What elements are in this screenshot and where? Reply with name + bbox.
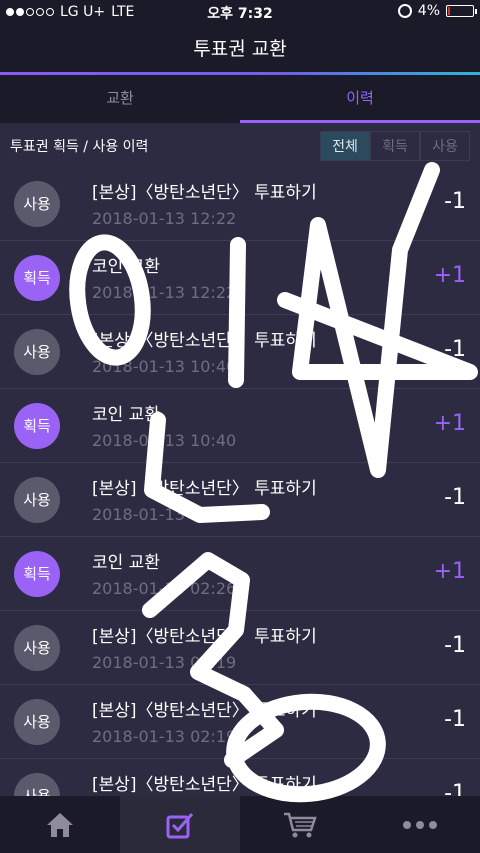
item-amount: -1 <box>444 189 466 214</box>
item-date: 2018-01-13 12:22 <box>92 283 237 302</box>
cart-icon <box>284 812 317 837</box>
battery-percent: 4% <box>417 3 440 19</box>
nav-home[interactable] <box>0 796 120 853</box>
list-item[interactable]: 사용 [본상]〈방탄소년단〉 투표하기 2018-01-13 12:22 -1 <box>0 167 480 241</box>
list-item[interactable]: 사용 [본상]〈방탄소년단〉 투표하기 2018-01-13 02:19 -1 <box>0 685 480 759</box>
item-amount: +1 <box>433 263 466 288</box>
item-amount: -1 <box>444 633 466 658</box>
item-amount: -1 <box>444 707 466 732</box>
item-title: [본상]〈방탄소년단〉 투표하기 <box>92 627 317 647</box>
item-title: 코인 교환 <box>92 405 160 425</box>
nav-more[interactable] <box>360 796 480 853</box>
list-item[interactable]: 획득 코인 교환 2018-01-13 02:26 +1 <box>0 537 480 611</box>
use-badge: 사용 <box>14 181 60 227</box>
nav-cart[interactable] <box>240 796 360 853</box>
use-badge: 사용 <box>14 625 60 671</box>
earn-badge: 획득 <box>14 403 60 449</box>
item-amount: -1 <box>444 485 466 510</box>
vote-check-icon <box>166 812 194 838</box>
earn-badge: 획득 <box>14 551 60 597</box>
item-date: 2018-01-13 12:22 <box>92 209 237 228</box>
home-icon <box>47 812 73 837</box>
list-item[interactable]: 획득 코인 교환 2018-01-13 10:40 +1 <box>0 389 480 463</box>
list-item[interactable]: 획득 코인 교환 2018-01-13 12:22 +1 <box>0 241 480 315</box>
item-date: 2018-01-13 02:19 <box>92 653 237 672</box>
item-date: 2018-01-13 10:40 <box>92 357 237 376</box>
item-title: 코인 교환 <box>92 553 160 573</box>
rotation-lock-icon <box>397 4 412 18</box>
use-badge: 사용 <box>14 699 60 745</box>
filter-group: 전체 획득 사용 <box>320 131 470 161</box>
item-title: [본상]〈방탄소년단〉 투표하기 <box>92 183 317 203</box>
list-item[interactable]: 사용 [본상]〈방탄소년단〉 투표하기 2018-01-13 02:26 -1 <box>0 463 480 537</box>
filter-all-button[interactable]: 전체 <box>320 131 370 161</box>
item-date: 2018-01-13 10:40 <box>92 431 237 450</box>
item-date: 2018-01-13 02:26 <box>92 579 237 598</box>
status-right: 4% <box>397 3 477 19</box>
earn-badge: 획득 <box>14 255 60 301</box>
filter-use-button[interactable]: 사용 <box>420 131 470 161</box>
item-amount: +1 <box>433 411 466 436</box>
item-date: 2018-01-13 02:19 <box>92 727 237 746</box>
battery-icon <box>446 5 477 17</box>
list-item[interactable]: 사용 [본상]〈방탄소년단〉 투표하기 2018-01-13 02:19 -1 <box>0 611 480 685</box>
item-title: 코인 교환 <box>92 257 160 277</box>
tab-bar: 교환 이력 <box>0 75 480 123</box>
use-badge: 사용 <box>14 477 60 523</box>
item-amount: -1 <box>444 337 466 362</box>
status-bar: LG U+ LTE 오후 7:32 4% <box>0 0 480 24</box>
section-title: 투표권 획득 / 사용 이력 <box>10 139 149 155</box>
more-icon <box>403 820 437 829</box>
item-date: 2018-01-13 02:26 <box>92 505 237 524</box>
history-list: 사용 [본상]〈방탄소년단〉 투표하기 2018-01-13 12:22 -1 … <box>0 167 480 833</box>
nav-vote[interactable] <box>120 796 240 853</box>
history-subheader: 투표권 획득 / 사용 이력 전체 획득 사용 <box>0 123 480 167</box>
tab-exchange[interactable]: 교환 <box>0 75 240 123</box>
item-title: [본상]〈방탄소년단〉 투표하기 <box>92 775 317 795</box>
bottom-nav <box>0 796 480 853</box>
item-amount: +1 <box>433 559 466 584</box>
tab-history[interactable]: 이력 <box>240 75 480 123</box>
page-title: 투표권 교환 <box>0 24 480 74</box>
item-title: [본상]〈방탄소년단〉 투표하기 <box>92 479 317 499</box>
item-title: [본상]〈방탄소년단〉 투표하기 <box>92 701 317 721</box>
item-title: [본상]〈방탄소년단〉 투표하기 <box>92 331 317 351</box>
filter-earn-button[interactable]: 획득 <box>370 131 420 161</box>
list-item[interactable]: 사용 [본상]〈방탄소년단〉 투표하기 2018-01-13 10:40 -1 <box>0 315 480 389</box>
use-badge: 사용 <box>14 329 60 375</box>
